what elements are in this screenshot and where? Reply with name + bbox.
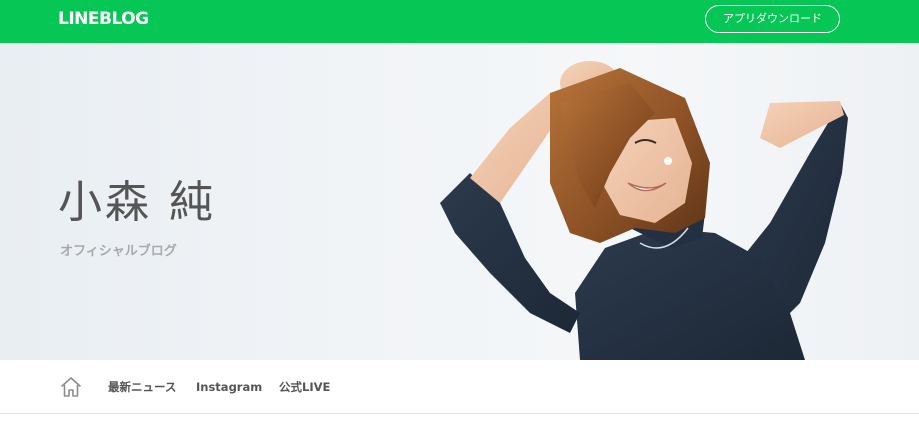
nav-item-latest-news[interactable]: 最新ニュース <box>108 380 176 394</box>
nav-item-official-live[interactable]: 公式LIVE <box>279 380 330 394</box>
portrait-photo <box>440 61 848 360</box>
blog-nav-bar: 最新ニュース Instagram 公式LIVE <box>0 360 919 414</box>
profile-hero-banner: 小森 純 オフィシャルブログ <box>0 43 919 360</box>
blog-subtitle: オフィシャルブログ <box>60 244 177 259</box>
blog-owner-name: 小森 純 <box>58 177 216 228</box>
app-download-button[interactable]: アプリダウンロード <box>705 5 840 33</box>
home-icon[interactable] <box>59 375 83 399</box>
nav-item-instagram[interactable]: Instagram <box>196 380 262 394</box>
top-header-bar: LINEBLOG アプリダウンロード <box>0 0 919 43</box>
line-blog-logo[interactable]: LINEBLOG <box>58 9 149 29</box>
